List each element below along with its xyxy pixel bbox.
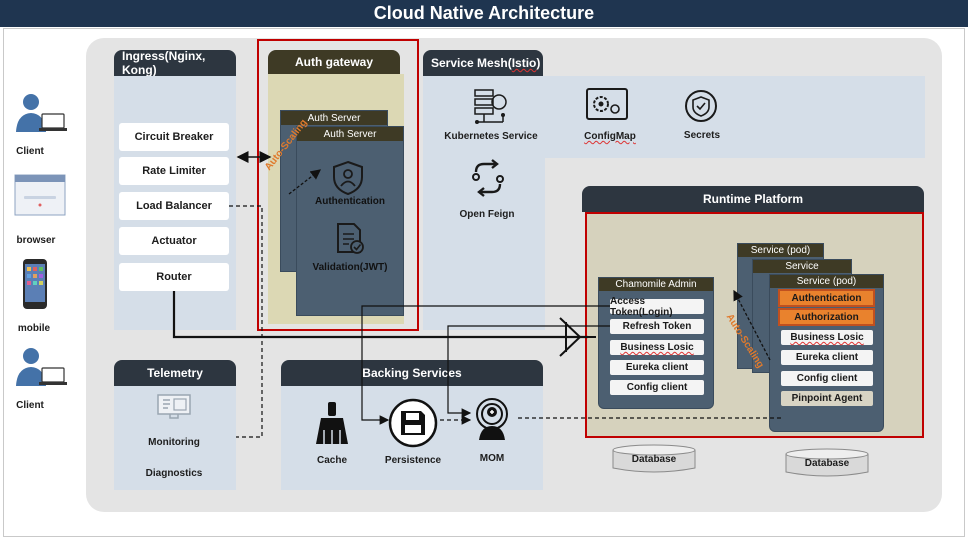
auth-auto-scaling-arrow [288, 169, 322, 195]
refresh-token-mom-line [447, 325, 610, 418]
connector-lines [172, 151, 781, 438]
load-balancer-dashed-line [229, 205, 263, 438]
access-token-line [361, 305, 610, 425]
router-runtime-line [172, 291, 588, 339]
pod-auto-scaling-arrow [733, 289, 771, 361]
